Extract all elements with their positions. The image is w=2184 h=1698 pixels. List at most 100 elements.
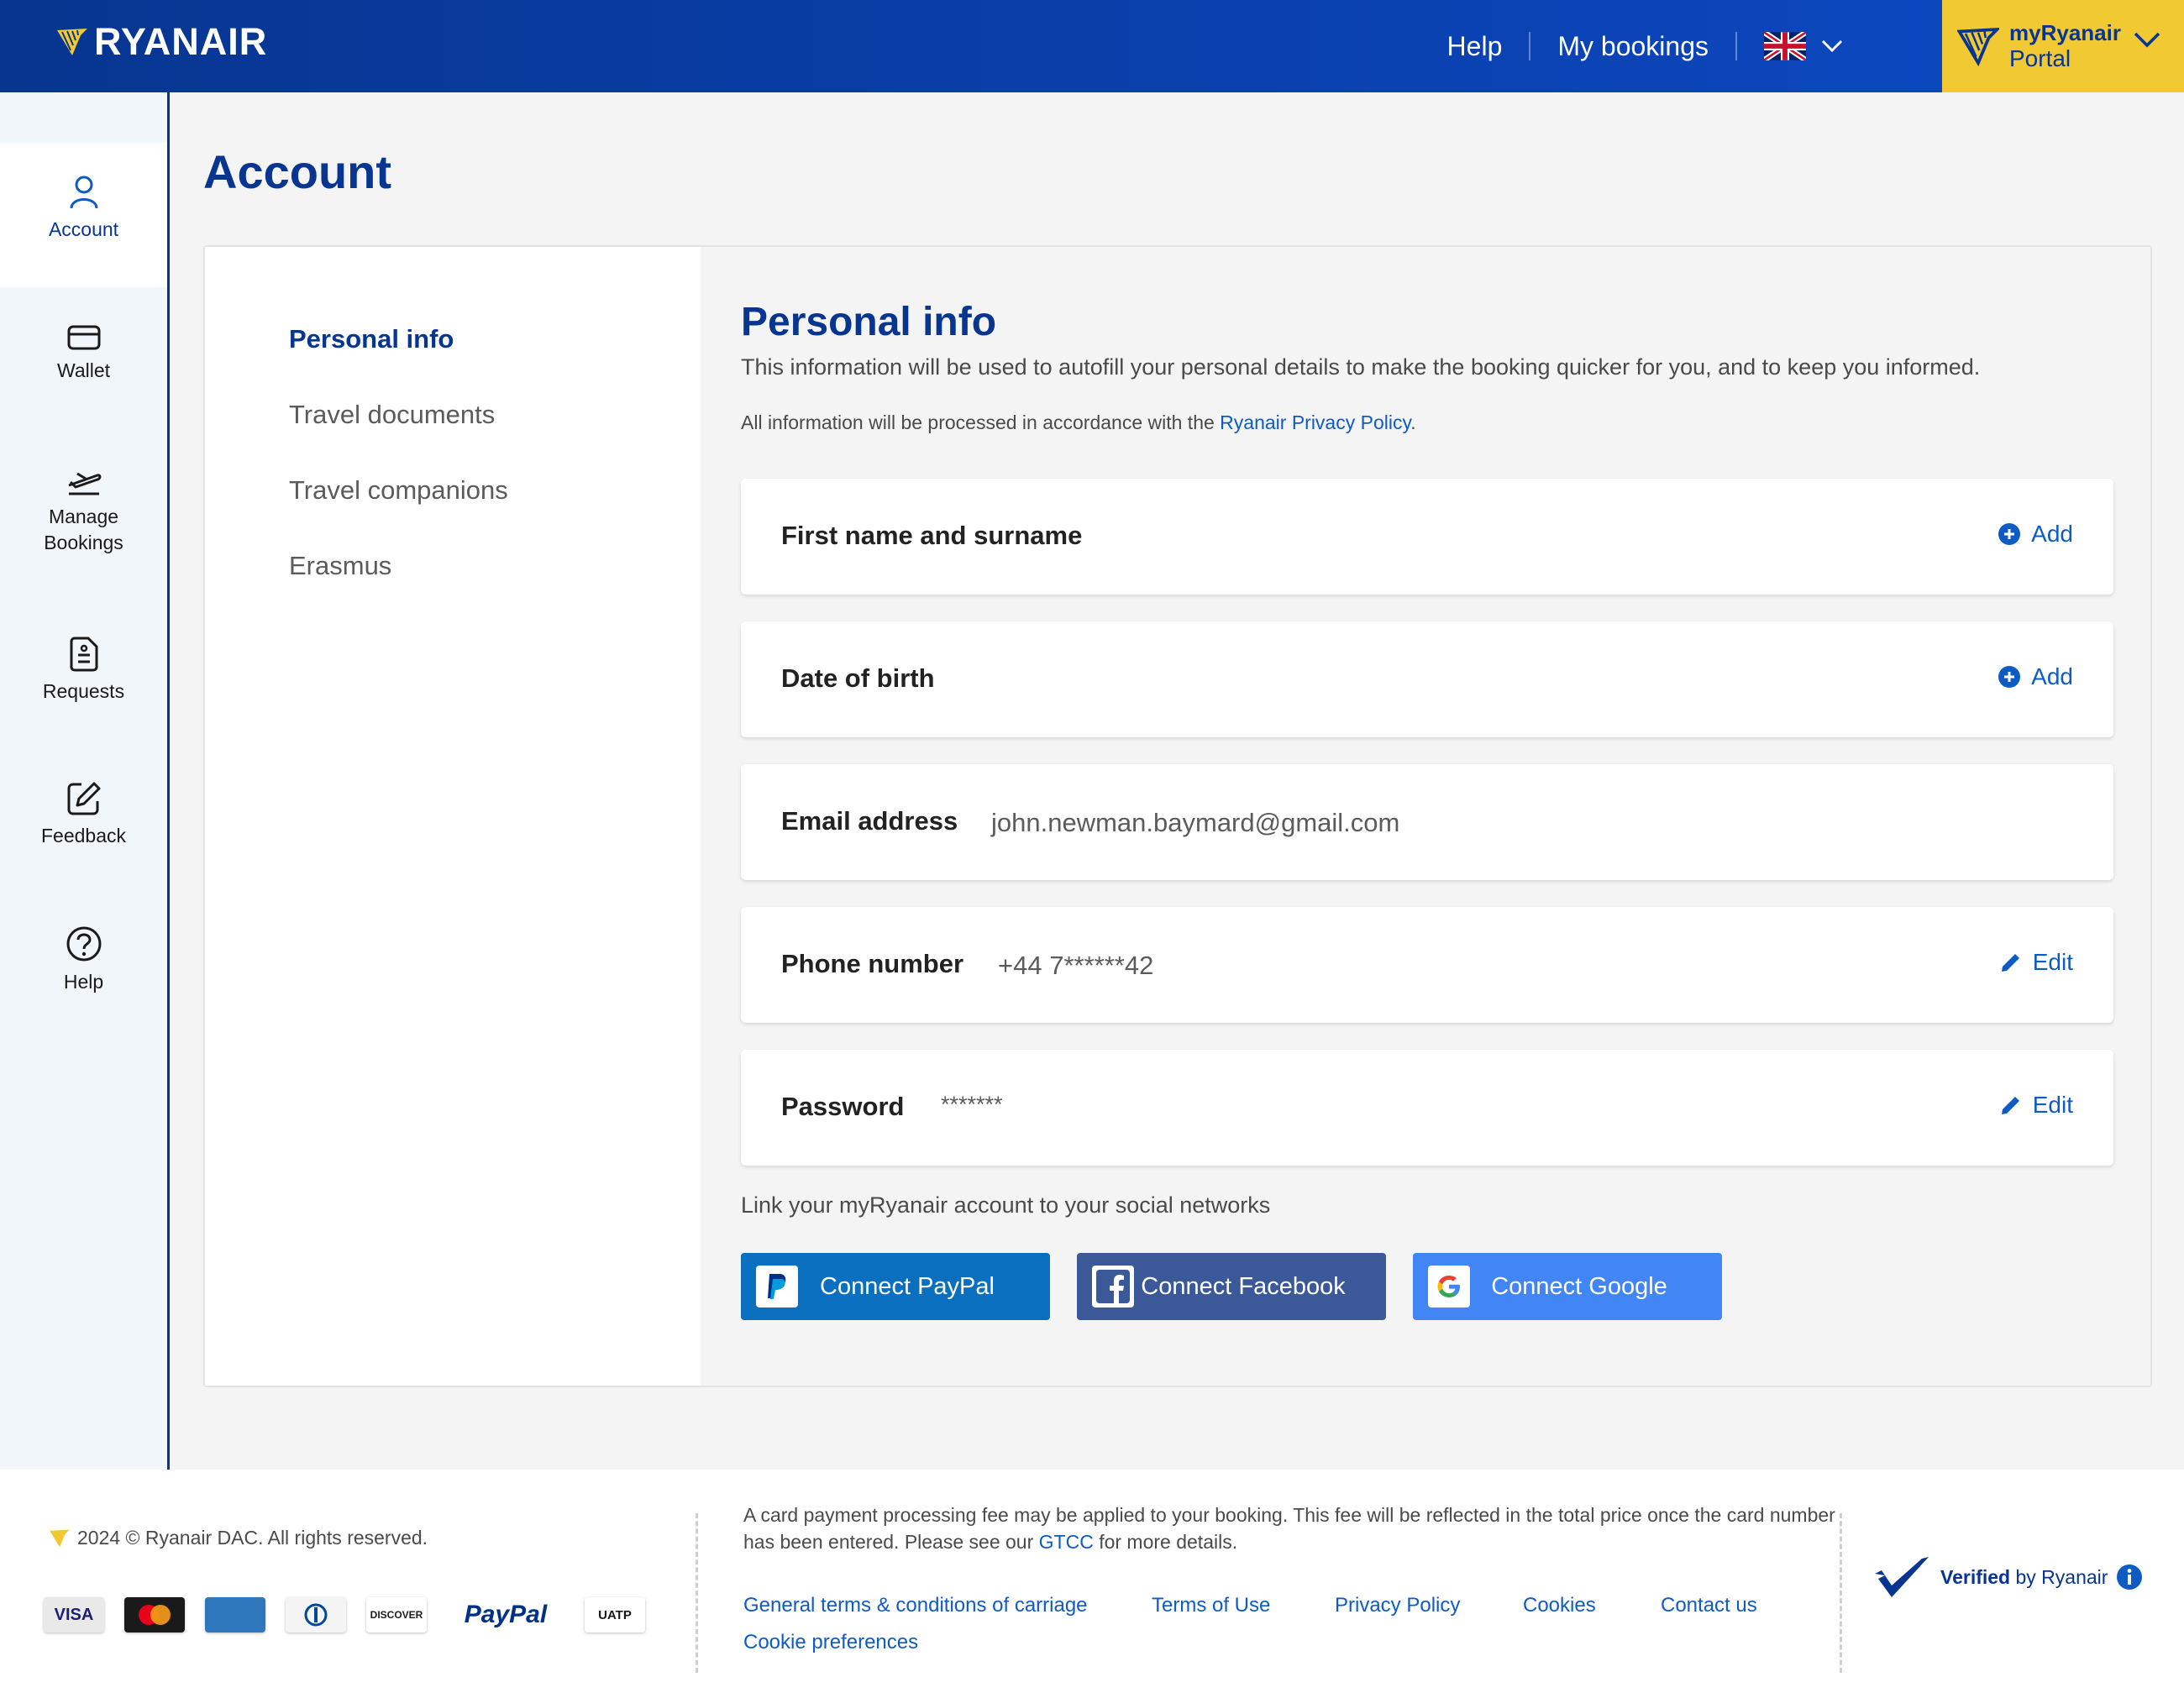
uatp-logo-icon: UATP: [585, 1597, 645, 1632]
google-icon: [1428, 1266, 1470, 1308]
section-title: Personal info: [741, 300, 997, 344]
harp-logo-icon: [57, 29, 87, 55]
add-date-of-birth-button[interactable]: Add: [1998, 663, 2073, 690]
connect-google-button[interactable]: Connect Google: [1413, 1253, 1722, 1320]
field-label: Email address: [781, 806, 958, 836]
plus-circle-icon: [1998, 523, 2021, 545]
facebook-icon: [1092, 1266, 1134, 1308]
verified-check-icon: [1875, 1557, 1929, 1597]
mastercard-logo-icon: [124, 1597, 185, 1632]
submenu-travel-documents[interactable]: Travel documents: [289, 400, 495, 430]
privacy-note: All information will be processed in acc…: [741, 411, 1416, 434]
visa-logo-icon: VISA: [44, 1597, 104, 1632]
myryanair-portal-button[interactable]: myRyanair Portal: [1942, 0, 2184, 92]
fee-text-suffix: for more details.: [1093, 1531, 1238, 1553]
ryanair-logo[interactable]: RYANAIR: [55, 20, 267, 64]
sidebar-item-account[interactable]: Account: [0, 143, 167, 287]
privacy-note-text: All information will be processed in acc…: [741, 411, 1221, 433]
top-header: RYANAIR Help My bookings myRyanair Porta…: [0, 0, 2184, 92]
sidebar-item-manage-bookings[interactable]: Manage Bookings: [0, 467, 167, 556]
info-icon[interactable]: [2116, 1564, 2143, 1591]
uk-flag-icon: [1764, 32, 1806, 60]
portal-label: myRyanair Portal: [2009, 22, 2121, 71]
discover-logo-icon: DISCOVER: [366, 1597, 427, 1632]
submenu-travel-companions[interactable]: Travel companions: [289, 475, 508, 506]
cookie-preferences-link[interactable]: Cookie preferences: [743, 1631, 918, 1654]
payment-label: VISA: [54, 1605, 94, 1624]
side-navigation: Account Wallet Manage Bookings Requests …: [0, 92, 170, 1470]
question-icon: [66, 926, 101, 962]
edit-password-button[interactable]: Edit: [1999, 1092, 2073, 1119]
sidebar-item-label: Wallet: [56, 359, 111, 381]
chevron-down-icon: [2134, 32, 2160, 48]
field-row-password: Password ******* Edit: [741, 1050, 2113, 1166]
plus-circle-icon: [1998, 666, 2021, 688]
card-fee-notice: A card payment processing fee may be app…: [743, 1501, 1835, 1555]
account-submenu: Personal info Travel documents Travel co…: [205, 247, 701, 1386]
sidebar-item-label: Manage: [48, 506, 119, 527]
gtcc-link[interactable]: GTCC: [1039, 1531, 1094, 1553]
chevron-down-icon: [1821, 39, 1843, 53]
help-link[interactable]: Help: [1420, 31, 1530, 62]
header-nav: Help My bookings: [1420, 0, 1872, 92]
privacy-policy-link[interactable]: Privacy Policy: [1335, 1594, 1460, 1617]
field-row-name: First name and surname Add: [741, 479, 2113, 595]
connect-facebook-button[interactable]: Connect Facebook: [1077, 1253, 1386, 1320]
general-terms-link[interactable]: General terms & conditions of carriage: [743, 1594, 1088, 1617]
sidebar-item-requests[interactable]: Requests: [0, 637, 167, 705]
sidebar-item-wallet[interactable]: Wallet: [0, 324, 167, 384]
edit-icon: [67, 782, 100, 815]
email-value: john.newman.baymard@gmail.com: [991, 808, 1400, 837]
button-label: Connect Google: [1491, 1272, 1667, 1300]
sidebar-item-label: Feedback: [40, 825, 126, 846]
user-icon: [70, 176, 97, 209]
field-label: Phone number: [781, 949, 964, 978]
password-value: *******: [941, 1092, 1003, 1117]
field-label: First name and surname: [781, 521, 1083, 550]
verified-by-ryanair: Verified by Ryanair: [1873, 1554, 2143, 1601]
divider: [1840, 1513, 1842, 1673]
payment-label: DISCOVER: [370, 1609, 423, 1621]
edit-phone-button[interactable]: Edit: [1999, 949, 2073, 976]
document-icon: [70, 637, 97, 672]
cookies-link[interactable]: Cookies: [1523, 1594, 1596, 1617]
privacy-policy-link[interactable]: Ryanair Privacy Policy: [1220, 411, 1410, 433]
amex-logo-icon: [205, 1597, 265, 1632]
contact-us-link[interactable]: Contact us: [1661, 1594, 1757, 1617]
portal-title: myRyanair: [2009, 20, 2121, 45]
action-label: Edit: [2032, 1092, 2073, 1118]
button-label: Connect PayPal: [820, 1272, 995, 1300]
my-bookings-link[interactable]: My bookings: [1530, 31, 1735, 62]
paypal-logo-icon: PayPal: [447, 1597, 564, 1632]
copyright-text: 2024 © Ryanair DAC. All rights reserved.: [77, 1527, 428, 1549]
field-row-email: Email address john.newman.baymard@gmail.…: [741, 764, 2113, 880]
fee-text: A card payment processing fee may be app…: [743, 1504, 1835, 1553]
personal-info-panel: Personal info This information will be u…: [701, 247, 2150, 1386]
language-selector[interactable]: [1737, 32, 1872, 60]
field-row-phone: Phone number +44 7******42 Edit: [741, 907, 2113, 1023]
sidebar-item-help[interactable]: Help: [0, 925, 167, 995]
action-label: Add: [2031, 663, 2073, 689]
field-label: Password: [781, 1092, 905, 1121]
plane-takeoff-icon: [68, 472, 101, 495]
footer: 2024 © Ryanair DAC. All rights reserved.…: [0, 1470, 2184, 1698]
submenu-erasmus[interactable]: Erasmus: [289, 551, 391, 581]
submenu-personal-info[interactable]: Personal info: [289, 324, 454, 354]
paypal-icon: [756, 1266, 798, 1308]
wallet-icon: [67, 325, 100, 350]
phone-value: +44 7******42: [998, 951, 1154, 980]
privacy-note-suffix: .: [1410, 411, 1416, 433]
account-card: Personal info Travel documents Travel co…: [203, 245, 2152, 1387]
button-label: Connect Facebook: [1141, 1272, 1346, 1300]
sidebar-item-feedback[interactable]: Feedback: [0, 781, 167, 849]
harp-logo-icon: [50, 1529, 70, 1547]
terms-of-use-link[interactable]: Terms of Use: [1152, 1594, 1270, 1617]
payment-methods: VISA DISCOVER PayPal UATP: [44, 1597, 645, 1632]
pencil-icon: [2001, 954, 2019, 972]
action-label: Edit: [2032, 949, 2073, 975]
divider: [696, 1513, 698, 1673]
add-name-button[interactable]: Add: [1998, 521, 2073, 548]
sidebar-item-label: Account: [48, 218, 119, 240]
pencil-icon: [2001, 1097, 2019, 1114]
connect-paypal-button[interactable]: Connect PayPal: [741, 1253, 1050, 1320]
